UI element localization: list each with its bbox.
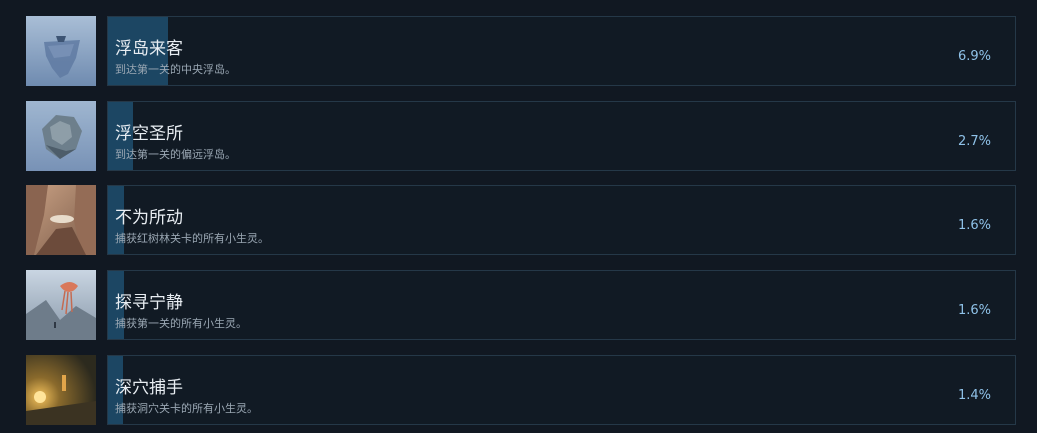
achievement-card: 浮岛来客 到达第一关的中央浮岛。 6.9%: [107, 16, 1016, 86]
achievement-row[interactable]: 浮岛来客 到达第一关的中央浮岛。 6.9%: [0, 16, 1037, 88]
achievement-title: 不为所动: [115, 208, 183, 228]
achievement-description: 捕获洞穴关卡的所有小生灵。: [115, 402, 258, 415]
achievement-title: 浮空圣所: [115, 124, 183, 144]
mangrove-icon: [26, 185, 96, 255]
achievement-list: 浮岛来客 到达第一关的中央浮岛。 6.9% 浮空圣所 到达第一关的偏远浮岛。 2…: [0, 0, 1037, 433]
floating-island-icon: [26, 16, 96, 86]
floating-rock-icon: [26, 101, 96, 171]
unlock-percentage: 6.9%: [957, 49, 991, 64]
achievement-description: 捕获红树林关卡的所有小生灵。: [115, 232, 269, 245]
cave-lantern-icon: [26, 355, 96, 425]
achievement-description: 到达第一关的偏远浮岛。: [115, 148, 236, 161]
unlock-percentage: 1.4%: [957, 388, 991, 403]
unlock-percentage: 1.6%: [957, 303, 991, 318]
achievement-card: 探寻宁静 捕获第一关的所有小生灵。 1.6%: [107, 270, 1016, 340]
achievement-row[interactable]: 浮空圣所 到达第一关的偏远浮岛。 2.7%: [0, 101, 1037, 173]
unlock-percentage: 2.7%: [957, 134, 991, 149]
achievement-description: 到达第一关的中央浮岛。: [115, 63, 236, 76]
achievement-card: 浮空圣所 到达第一关的偏远浮岛。 2.7%: [107, 101, 1016, 171]
achievement-description: 捕获第一关的所有小生灵。: [115, 317, 247, 330]
achievement-row[interactable]: 深穴捕手 捕获洞穴关卡的所有小生灵。 1.4%: [0, 355, 1037, 427]
achievement-title: 浮岛来客: [115, 39, 183, 59]
jellyfish-tree-icon: [26, 270, 96, 340]
achievement-card: 深穴捕手 捕获洞穴关卡的所有小生灵。 1.4%: [107, 355, 1016, 425]
achievement-row[interactable]: 探寻宁静 捕获第一关的所有小生灵。 1.6%: [0, 270, 1037, 342]
achievement-title: 深穴捕手: [115, 378, 183, 398]
achievement-title: 探寻宁静: [115, 293, 183, 313]
achievement-row[interactable]: 不为所动 捕获红树林关卡的所有小生灵。 1.6%: [0, 185, 1037, 257]
achievement-card: 不为所动 捕获红树林关卡的所有小生灵。 1.6%: [107, 185, 1016, 255]
unlock-percentage: 1.6%: [957, 218, 991, 233]
